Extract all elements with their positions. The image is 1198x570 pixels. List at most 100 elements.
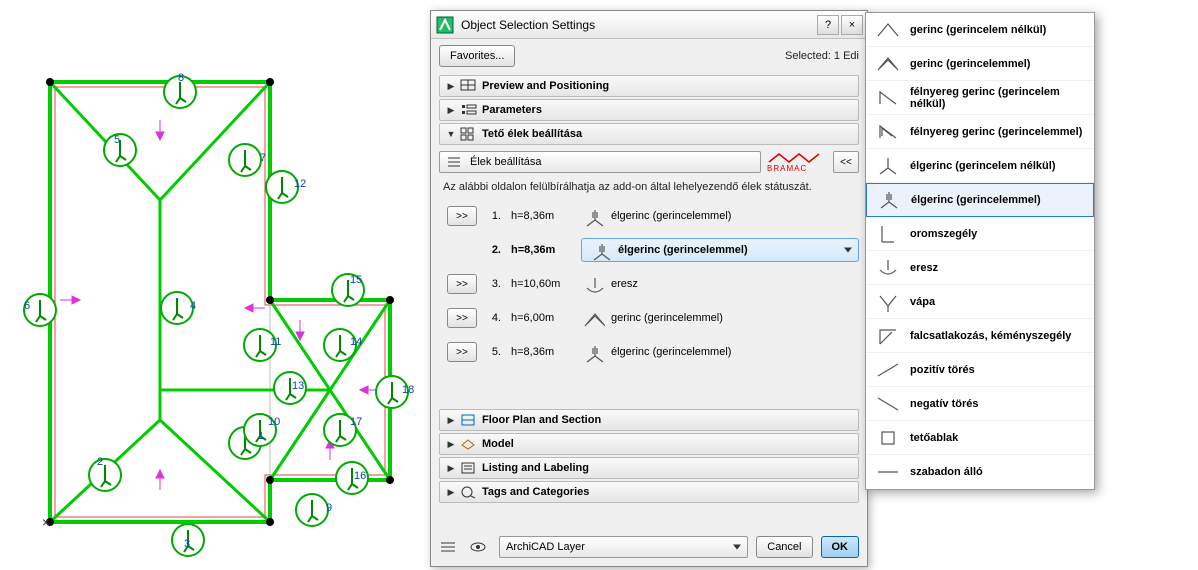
popup-item-icon xyxy=(874,222,902,246)
section-listing[interactable]: ▶ Listing and Labeling xyxy=(439,457,859,479)
model-icon xyxy=(460,437,478,451)
popup-item-label: vápa xyxy=(910,296,935,308)
edge-type-dropdown[interactable]: Élek beállítása xyxy=(439,151,761,173)
popup-item-7[interactable]: eresz xyxy=(866,251,1094,285)
popup-item-icon xyxy=(874,392,902,416)
edge-type-cell: gerinc (gerincelemmel) xyxy=(581,308,859,328)
edge-type-icon xyxy=(581,274,605,294)
cancel-button[interactable]: Cancel xyxy=(756,536,812,558)
node-label-4: 4 xyxy=(190,300,196,312)
close-button[interactable]: × xyxy=(841,15,863,35)
svg-text:×: × xyxy=(42,514,50,530)
section-parameters[interactable]: ▶ Parameters xyxy=(439,99,859,121)
node-label-5: 5 xyxy=(114,134,120,146)
popup-item-label: élgerinc (gerincelem nélkül) xyxy=(910,160,1056,172)
popup-item-label: pozitív törés xyxy=(910,364,975,376)
node-label-1: 1 xyxy=(258,430,264,442)
row-number: 5. xyxy=(487,346,501,358)
edge-type-label: élgerinc (gerincelemmel) xyxy=(618,244,748,256)
object-selection-dialog: Object Selection Settings ? × Favorites.… xyxy=(430,10,868,567)
edge-type-icon xyxy=(581,342,605,362)
node-label-18: 18 xyxy=(402,384,414,396)
section-tags[interactable]: ▶ Tags and Categories xyxy=(439,481,859,503)
popup-item-13[interactable]: szabadon álló xyxy=(866,455,1094,489)
popup-item-label: gerinc (gerincelemmel) xyxy=(910,58,1030,70)
popup-item-11[interactable]: negatív törés xyxy=(866,387,1094,421)
go-button[interactable]: >> xyxy=(447,342,477,362)
popup-item-icon xyxy=(874,426,902,450)
popup-item-label: eresz xyxy=(910,262,938,274)
popup-item-icon xyxy=(875,188,903,212)
popup-item-label: félnyereg gerinc (gerincelem nélkül) xyxy=(910,86,1086,110)
popup-item-icon xyxy=(874,324,902,348)
help-button[interactable]: ? xyxy=(817,15,839,35)
edge-type-cell: élgerinc (gerincelemmel) xyxy=(581,342,859,362)
override-hint: Az alábbi oldalon felülbírálhatja az add… xyxy=(443,181,855,193)
node-label-16: 16 xyxy=(354,470,366,482)
floorplan-icon xyxy=(460,413,478,427)
section-model[interactable]: ▶ Model xyxy=(439,433,859,455)
popup-item-12[interactable]: tetőablak xyxy=(866,421,1094,455)
node-label-13: 13 xyxy=(292,380,304,392)
go-button[interactable]: >> xyxy=(447,308,477,328)
popup-item-icon xyxy=(874,290,902,314)
popup-item-8[interactable]: vápa xyxy=(866,285,1094,319)
edge-row-1: >> 1. h=8,36m élgerinc (gerincelemmel) xyxy=(447,199,859,233)
edge-type-cell: eresz xyxy=(581,274,859,294)
edge-type-popup[interactable]: gerinc (gerincelem nélkül) gerinc (gerinc… xyxy=(865,12,1095,490)
popup-item-label: tetőablak xyxy=(910,432,958,444)
ok-button[interactable]: OK xyxy=(821,536,860,558)
popup-item-label: falcsatlakozás, kéményszegély xyxy=(910,330,1071,342)
popup-item-6[interactable]: oromszegély xyxy=(866,217,1094,251)
layer-selector[interactable]: ArchiCAD Layer xyxy=(499,536,748,558)
node-label-15: 15 xyxy=(350,274,362,286)
edge-type-icon xyxy=(588,240,612,260)
row-height: h=8,36m xyxy=(511,210,571,222)
edge-type-icon xyxy=(581,308,605,328)
edge-type-selector[interactable]: élgerinc (gerincelemmel) xyxy=(581,238,859,262)
popup-item-2[interactable]: félnyereg gerinc (gerincelem nélkül) xyxy=(866,81,1094,115)
popup-item-4[interactable]: élgerinc (gerincelem nélkül) xyxy=(866,149,1094,183)
popup-item-label: szabadon álló xyxy=(910,466,983,478)
parameters-icon xyxy=(460,103,478,117)
popup-item-icon xyxy=(874,86,902,110)
row-height: h=10,60m xyxy=(511,278,571,290)
node-label-9: 9 xyxy=(326,502,332,514)
popup-item-9[interactable]: falcsatlakozás, kéményszegély xyxy=(866,319,1094,353)
row-number: 3. xyxy=(487,278,501,290)
section-preview-positioning[interactable]: ▶ Preview and Positioning xyxy=(439,75,859,97)
popup-item-label: élgerinc (gerincelemmel) xyxy=(911,194,1041,206)
node-label-8: 8 xyxy=(178,72,184,84)
popup-item-10[interactable]: pozitív törés xyxy=(866,353,1094,387)
popup-item-icon xyxy=(874,154,902,178)
row-height: h=8,36m xyxy=(511,346,571,358)
node-label-11: 11 xyxy=(270,336,281,348)
preview-icon xyxy=(460,79,478,93)
popup-item-icon xyxy=(874,256,902,280)
favorites-button[interactable]: Favorites... xyxy=(439,45,515,67)
popup-item-5[interactable]: élgerinc (gerincelemmel) xyxy=(866,183,1094,217)
edge-type-cell: élgerinc (gerincelemmel) xyxy=(581,206,859,226)
row-number: 1. xyxy=(487,210,501,222)
layer-label: ArchiCAD Layer xyxy=(506,541,585,553)
popup-item-1[interactable]: gerinc (gerincelemmel) xyxy=(866,47,1094,81)
layer-lines-icon xyxy=(439,540,457,554)
row-number: 2. xyxy=(487,244,501,256)
dialog-titlebar[interactable]: Object Selection Settings ? × xyxy=(431,11,867,39)
section-floorplan[interactable]: ▶ Floor Plan and Section xyxy=(439,409,859,431)
edge-row-2: 2.h=8,36mélgerinc (gerincelemmel) xyxy=(447,233,859,267)
go-button[interactable]: >> xyxy=(447,274,477,294)
section-edges-hu[interactable]: ▼ Tető élek beállítása xyxy=(439,123,859,145)
edge-type-label: élgerinc (gerincelemmel) xyxy=(611,346,731,358)
popup-item-3[interactable]: félnyereg gerinc (gerincelemmel) xyxy=(866,115,1094,149)
back-button[interactable]: << xyxy=(833,151,859,173)
edge-type-label: eresz xyxy=(611,278,638,290)
roof-plan-canvas: × 1 2 3 4 5 6 7 8 9 10 11 12 13 14 15 16… xyxy=(0,0,420,567)
bramac-logo: BRAMAC xyxy=(767,151,827,173)
row-number: 4. xyxy=(487,312,501,324)
go-button[interactable]: >> xyxy=(447,206,477,226)
popup-item-0[interactable]: gerinc (gerincelem nélkül) xyxy=(866,13,1094,47)
popup-item-icon xyxy=(874,120,902,144)
selected-count: Selected: 1 Edi xyxy=(785,50,859,62)
node-label-12: 12 xyxy=(294,178,306,190)
